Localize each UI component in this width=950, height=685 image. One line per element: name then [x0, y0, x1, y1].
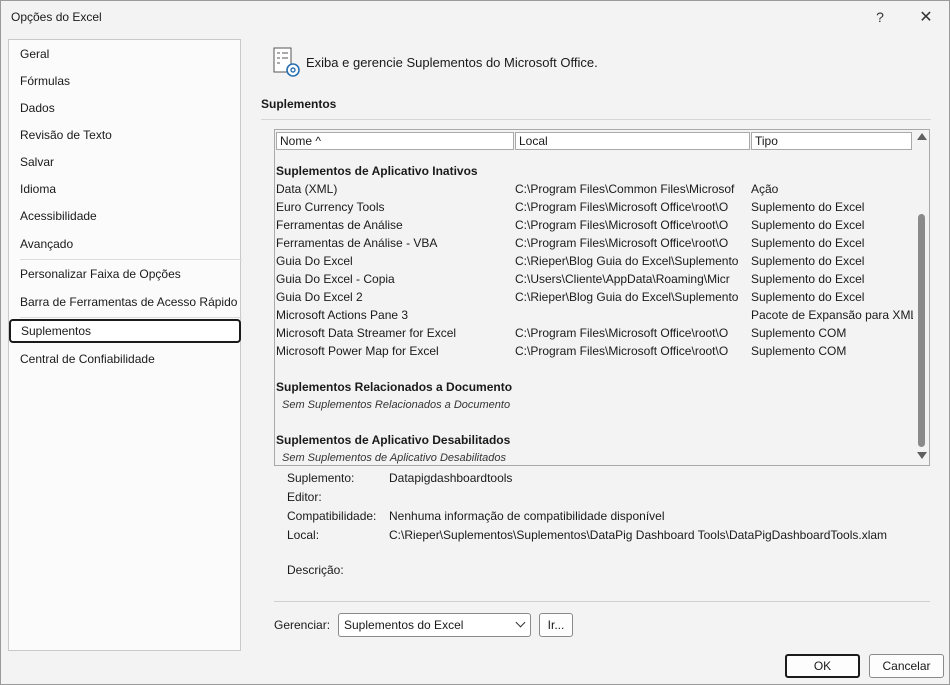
- row-tipo: Suplemento do Excel: [751, 236, 865, 250]
- help-icon: ?: [876, 9, 884, 25]
- nav-item-acessibilidade[interactable]: Acessibilidade: [9, 204, 240, 228]
- row-local: C:\Program Files\Microsoft Office\root\O: [515, 326, 729, 340]
- table-row[interactable]: Data (XML) C:\Program Files\Common Files…: [275, 181, 915, 199]
- row-local: C:\Program Files\Common Files\Microsof: [515, 182, 735, 196]
- row-name: Ferramentas de Análise: [276, 218, 403, 232]
- header-description: Exiba e gerencie Suplementos do Microsof…: [306, 55, 598, 70]
- nav-item-salvar[interactable]: Salvar: [9, 150, 240, 174]
- nav-separator: [20, 259, 242, 260]
- manage-label: Gerenciar:: [274, 618, 331, 632]
- table-row[interactable]: Microsoft Data Streamer for Excel C:\Pro…: [275, 325, 915, 343]
- nav-item-central-confiabilidade[interactable]: Central de Confiabilidade: [9, 347, 240, 371]
- cancel-button[interactable]: Cancelar: [869, 654, 944, 678]
- row-tipo: Pacote de Expansão para XML: [751, 308, 913, 322]
- table-row[interactable]: Microsoft Power Map for Excel C:\Program…: [275, 343, 915, 361]
- close-icon: ✕: [919, 9, 933, 26]
- nav-item-revisao[interactable]: Revisão de Texto: [9, 123, 240, 147]
- group-disabled: Suplementos de Aplicativo Desabilitados: [276, 433, 511, 447]
- nav-item-dados[interactable]: Dados: [9, 96, 240, 120]
- row-local: C:\Rieper\Blog Guia do Excel\Suplemento: [515, 254, 738, 268]
- group-document: Suplementos Relacionados a Documento: [276, 380, 513, 394]
- manage-select-value: Suplementos do Excel: [344, 618, 464, 632]
- row-name: Guia Do Excel 2: [276, 290, 363, 304]
- nav-item-suplementos[interactable]: Suplementos: [9, 319, 241, 343]
- section-divider: [261, 119, 931, 120]
- detail-compat-value: Nenhuma informação de compatibilidade di…: [389, 509, 665, 523]
- scroll-thumb[interactable]: [918, 214, 925, 447]
- row-tipo: Suplemento do Excel: [751, 200, 865, 214]
- detail-suplemento-value: Datapigdashboardtools: [389, 471, 513, 485]
- row-tipo: Ação: [751, 182, 779, 196]
- column-header-tipo[interactable]: Tipo: [751, 132, 912, 150]
- table-row[interactable]: Ferramentas de Análise - VBA C:\Program …: [275, 235, 915, 253]
- help-button[interactable]: ?: [862, 5, 898, 29]
- detail-editor-label: Editor:: [287, 490, 322, 504]
- nav-item-personalizar-faixa[interactable]: Personalizar Faixa de Opções: [9, 262, 240, 286]
- table-row[interactable]: Guia Do Excel C:\Rieper\Blog Guia do Exc…: [275, 253, 915, 271]
- nav-separator: [20, 317, 242, 318]
- group-disabled-empty: Sem Suplementos de Aplicativo Desabilita…: [282, 452, 506, 464]
- window-title: Opções do Excel: [11, 10, 102, 24]
- row-tipo: Suplemento do Excel: [751, 272, 865, 286]
- row-local: C:\Users\Cliente\AppData\Roaming\Micr: [515, 272, 730, 286]
- go-button[interactable]: Ir...: [539, 613, 573, 637]
- row-name: Microsoft Actions Pane 3: [276, 308, 409, 322]
- row-tipo: Suplemento do Excel: [751, 254, 865, 268]
- row-local: C:\Program Files\Microsoft Office\root\O: [515, 344, 729, 358]
- column-header-name[interactable]: Nome ^: [276, 132, 514, 150]
- row-tipo: Suplemento COM: [751, 344, 847, 358]
- row-local: C:\Rieper\Blog Guia do Excel\Suplemento: [515, 290, 738, 304]
- row-tipo: Suplemento do Excel: [751, 218, 865, 232]
- detail-local-label: Local:: [287, 528, 320, 542]
- row-local: C:\Program Files\Microsoft Office\root\O: [515, 200, 729, 214]
- row-name: Guia Do Excel: [276, 254, 353, 268]
- detail-descricao-label: Descrição:: [287, 563, 344, 577]
- close-button[interactable]: ✕: [908, 5, 944, 29]
- detail-compat-label: Compatibilidade:: [287, 509, 377, 523]
- nav-item-idioma[interactable]: Idioma: [9, 177, 240, 201]
- row-name: Data (XML): [276, 182, 338, 196]
- table-row[interactable]: Microsoft Actions Pane 3 Pacote de Expan…: [275, 307, 915, 325]
- chevron-down-icon: [515, 617, 526, 628]
- options-nav: Geral Fórmulas Dados Revisão de Texto Sa…: [8, 39, 242, 651]
- table-row[interactable]: Euro Currency Tools C:\Program Files\Mic…: [275, 199, 915, 217]
- addins-gear-icon: [273, 47, 300, 77]
- nav-item-geral[interactable]: Geral: [9, 42, 240, 66]
- manage-select[interactable]: Suplementos do Excel: [338, 613, 531, 637]
- ok-button[interactable]: OK: [785, 654, 860, 678]
- detail-suplemento-label: Suplemento:: [287, 471, 355, 485]
- nav-item-acesso-rapido[interactable]: Barra de Ferramentas de Acesso Rápido: [9, 290, 240, 314]
- row-name: Guia Do Excel - Copia: [276, 272, 395, 286]
- title-bar: Opções do Excel ? ✕: [1, 1, 949, 33]
- nav-item-formulas[interactable]: Fórmulas: [9, 69, 240, 93]
- row-tipo: Suplemento do Excel: [751, 290, 865, 304]
- section-title: Suplementos: [261, 97, 337, 111]
- nav-item-avancado[interactable]: Avançado: [9, 232, 240, 256]
- group-document-empty: Sem Suplementos Relacionados a Documento: [282, 399, 511, 411]
- manage-divider: [274, 601, 930, 602]
- row-local: C:\Program Files\Microsoft Office\root\O: [515, 218, 729, 232]
- row-name: Microsoft Data Streamer for Excel: [276, 326, 457, 340]
- row-name: Microsoft Power Map for Excel: [276, 344, 439, 358]
- group-inactive: Suplementos de Aplicativo Inativos: [276, 164, 478, 178]
- row-local: C:\Program Files\Microsoft Office\root\O: [515, 236, 729, 250]
- table-row[interactable]: Guia Do Excel 2 C:\Rieper\Blog Guia do E…: [275, 289, 915, 307]
- vertical-scrollbar[interactable]: [915, 130, 929, 465]
- detail-local-value: C:\Rieper\Suplementos\Suplementos\DataPi…: [389, 528, 888, 542]
- scroll-down-icon[interactable]: [917, 452, 927, 459]
- addins-list[interactable]: Nome ^ Local Tipo Suplementos de Aplicat…: [274, 129, 930, 466]
- table-row[interactable]: Guia Do Excel - Copia C:\Users\Cliente\A…: [275, 271, 915, 289]
- row-tipo: Suplemento COM: [751, 326, 847, 340]
- excel-options-dialog: Opções do Excel ? ✕ Geral Fórmulas Dados…: [0, 0, 950, 685]
- row-name: Euro Currency Tools: [276, 200, 385, 214]
- addins-list-content: Nome ^ Local Tipo Suplementos de Aplicat…: [275, 130, 915, 465]
- row-name: Ferramentas de Análise - VBA: [276, 236, 438, 250]
- column-header-local[interactable]: Local: [515, 132, 750, 150]
- scroll-up-icon[interactable]: [917, 133, 927, 140]
- table-row[interactable]: Ferramentas de Análise C:\Program Files\…: [275, 217, 915, 235]
